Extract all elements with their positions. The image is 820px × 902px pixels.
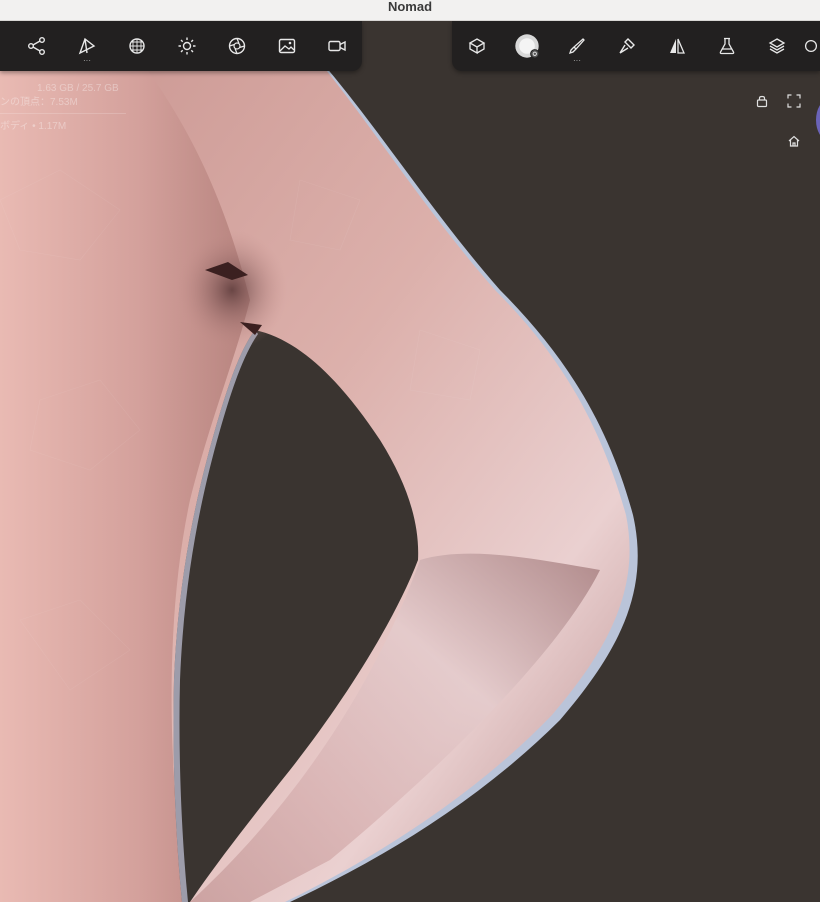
more-indicator: ··· xyxy=(83,56,91,65)
home-view-button[interactable] xyxy=(783,130,805,152)
material-icon xyxy=(228,37,246,55)
3d-viewport[interactable] xyxy=(0,21,820,902)
scene-icon xyxy=(28,37,45,55)
lock-icon xyxy=(756,95,768,108)
camera-button[interactable] xyxy=(312,21,362,71)
object-icon xyxy=(468,38,486,55)
symmetry-icon xyxy=(670,38,685,54)
paint-icon xyxy=(568,38,585,55)
background-button[interactable] xyxy=(262,21,312,71)
home-icon xyxy=(788,135,800,147)
background-icon xyxy=(278,38,296,54)
right-toolbar: ··· xyxy=(452,21,820,71)
paint-button[interactable]: ··· xyxy=(552,21,602,71)
stroke-button[interactable] xyxy=(602,21,652,71)
brush-alpha-button[interactable] xyxy=(502,21,552,71)
flask-button[interactable] xyxy=(702,21,752,71)
mesh-tools-icon xyxy=(78,37,96,55)
memory-usage: 1.63 GB / 25.7 GB xyxy=(37,83,119,94)
light-icon xyxy=(178,37,196,55)
fullscreen-button[interactable] xyxy=(783,90,805,112)
gear-icon xyxy=(804,39,818,53)
layers-button[interactable] xyxy=(752,21,802,71)
stroke-icon xyxy=(619,38,635,54)
object-button[interactable] xyxy=(452,21,502,71)
topology-button[interactable] xyxy=(112,21,162,71)
light-button[interactable] xyxy=(162,21,212,71)
scene-button[interactable] xyxy=(12,21,62,71)
more-indicator: ··· xyxy=(573,56,581,65)
object-info: ボディ • 1.17M xyxy=(0,121,67,132)
mesh-tools-button[interactable]: ··· xyxy=(62,21,112,71)
material-button[interactable] xyxy=(212,21,262,71)
fullscreen-icon xyxy=(787,94,801,108)
brush-alpha-icon xyxy=(515,34,540,59)
stats-divider xyxy=(0,113,126,114)
flask-icon xyxy=(719,37,735,55)
left-toolbar: ··· xyxy=(0,21,362,71)
camera-icon xyxy=(328,40,346,52)
lock-view-button[interactable] xyxy=(751,90,773,112)
scene-stats: 1.63 GB / 25.7 GB ンの頂点：7.53M ボディ • 1.17M xyxy=(0,82,126,134)
settings-button[interactable] xyxy=(802,21,820,71)
symmetry-button[interactable] xyxy=(652,21,702,71)
vertex-count: ンの頂点：7.53M xyxy=(0,97,78,108)
topology-icon xyxy=(129,38,145,54)
window-title: Nomad xyxy=(0,0,820,21)
layers-icon xyxy=(768,38,786,54)
sculpt-model xyxy=(0,60,638,902)
